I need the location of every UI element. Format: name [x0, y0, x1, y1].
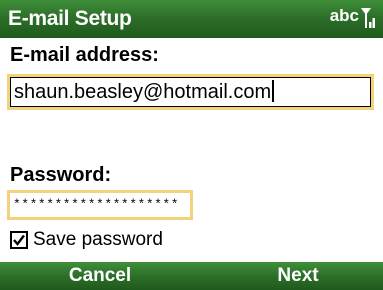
cancel-softkey[interactable]: Cancel: [30, 265, 170, 289]
password-label: Password:: [10, 164, 112, 186]
email-value: shaun.beasley@hotmail.com: [14, 81, 272, 103]
password-field[interactable]: ********************: [7, 190, 193, 220]
email-field[interactable]: shaun.beasley@hotmail.com: [7, 74, 374, 110]
input-mode-indicator: abc: [329, 6, 359, 25]
status-area: abc: [330, 7, 375, 31]
save-password-option[interactable]: Save password: [10, 228, 163, 252]
save-password-label: Save password: [33, 229, 163, 250]
save-password-checkbox[interactable]: [10, 231, 28, 249]
softkey-bar: Cancel Next: [0, 262, 383, 290]
text-caret: [272, 80, 275, 102]
email-field-inner[interactable]: shaun.beasley@hotmail.com: [10, 77, 371, 107]
next-softkey[interactable]: Next: [228, 265, 368, 289]
page-title: E-mail Setup: [8, 7, 132, 30]
checkmark-icon: [13, 234, 25, 246]
email-address-label: E-mail address:: [10, 44, 159, 66]
title-bar: E-mail Setup abc: [0, 0, 383, 38]
signal-strength-icon: [361, 8, 375, 28]
